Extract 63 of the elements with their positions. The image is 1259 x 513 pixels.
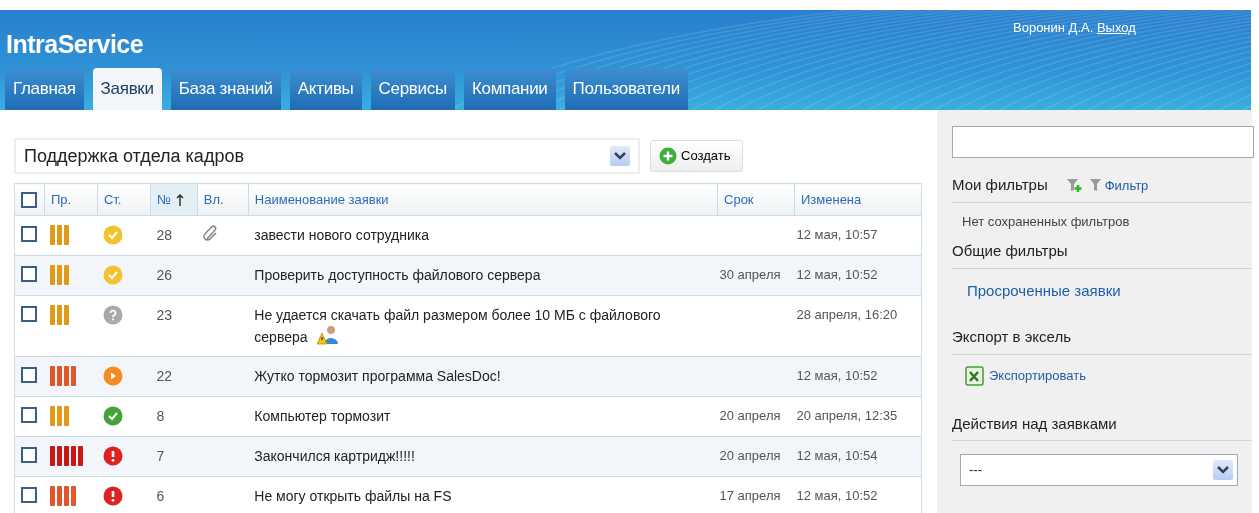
select-all-checkbox[interactable] — [21, 192, 37, 208]
filter-link[interactable]: Просроченные заявки — [967, 281, 1121, 299]
column-header[interactable]: Ст. — [103, 191, 122, 207]
deadline-date: 17 апреля — [719, 488, 781, 503]
column-header[interactable]: Пр. — [51, 191, 72, 207]
row-checkbox[interactable] — [21, 266, 37, 282]
column-header[interactable]: Срок — [724, 191, 754, 207]
ticket-title[interactable]: Компьютер тормозит — [254, 408, 391, 424]
section-title: Действия над заявками — [952, 413, 1117, 434]
deadline-date: 20 апреля — [719, 448, 781, 463]
ticket-title[interactable]: завести нового сотрудника — [254, 227, 429, 243]
changed-date: 20 апреля, 12:35 — [796, 408, 898, 423]
changed-date: 12 мая, 10:52 — [796, 267, 878, 282]
deadline-date: 30 апреля — [719, 267, 781, 282]
row-checkbox[interactable] — [21, 367, 37, 383]
row-checkbox[interactable] — [21, 407, 37, 423]
plus-icon — [659, 147, 677, 165]
row-checkbox[interactable] — [21, 226, 37, 242]
section-title: Общие фильтры — [952, 241, 1068, 261]
nav-tab[interactable]: База знаний — [170, 68, 281, 110]
changed-date: 28 апреля, 16:20 — [796, 307, 898, 322]
nav-tab[interactable]: Сервисы — [370, 68, 455, 110]
section-title: Экспорт в эксель — [952, 327, 1071, 347]
column-header[interactable]: № — [156, 191, 171, 207]
logout-link[interactable]: Выход — [1096, 20, 1136, 35]
export-link[interactable]: Экспортировать — [989, 365, 1086, 386]
filter-icon — [1089, 178, 1101, 193]
row-checkbox[interactable] — [21, 447, 37, 463]
user-name: Воронин Д.А. — [1013, 20, 1094, 35]
ticket-title[interactable]: Закончился картридж!!!!! — [254, 448, 415, 464]
filter-link[interactable]: Фильтр — [1104, 175, 1149, 195]
column-header[interactable]: Вл. — [203, 191, 224, 207]
row-checkbox[interactable] — [21, 306, 37, 322]
ticket-number: 26 — [156, 267, 172, 283]
changed-date: 12 мая, 10:52 — [796, 488, 878, 503]
section-title: Мои фильтры — [952, 175, 1048, 195]
changed-date: 12 мая, 10:52 — [796, 368, 878, 383]
changed-date: 12 мая, 10:54 — [796, 448, 878, 463]
actions-select[interactable]: --- — [960, 454, 1238, 486]
search-field[interactable] — [952, 126, 1254, 158]
ticket-number: 28 — [156, 227, 172, 243]
column-header[interactable]: Наименование заявки — [254, 191, 389, 207]
empty-filters-text: Нет сохраненных фильтров — [961, 212, 1131, 231]
nav-tab[interactable]: Заявки — [92, 68, 162, 110]
ticket-number: 7 — [156, 448, 165, 464]
spreadsheet-icon — [965, 364, 985, 387]
service-select[interactable]: Поддержка отдела кадров — [14, 138, 640, 174]
ticket-number: 23 — [156, 307, 172, 323]
sort-arrow-icon — [175, 191, 184, 207]
nav-tab[interactable]: Пользователи — [564, 68, 688, 110]
ticket-number: 8 — [156, 408, 165, 424]
changed-date: 12 мая, 10:57 — [796, 227, 878, 242]
ticket-title[interactable]: Не удается скачать файл размером более 10 МБ с файлового сервера — [254, 305, 675, 347]
row-checkbox[interactable] — [21, 487, 37, 503]
ticket-title[interactable]: Не могу открыть файлы на FS — [254, 488, 452, 504]
app-logo: IntraService — [5, 29, 144, 60]
deadline-date: 20 апреля — [719, 408, 781, 423]
create-button[interactable]: Создать — [650, 140, 744, 172]
nav-tab[interactable]: Активы — [289, 68, 362, 110]
nav-tab[interactable]: Компании — [463, 68, 556, 110]
ticket-number: 22 — [156, 368, 172, 384]
nav-tab[interactable]: Главная — [5, 68, 84, 110]
ticket-number: 6 — [156, 488, 165, 504]
